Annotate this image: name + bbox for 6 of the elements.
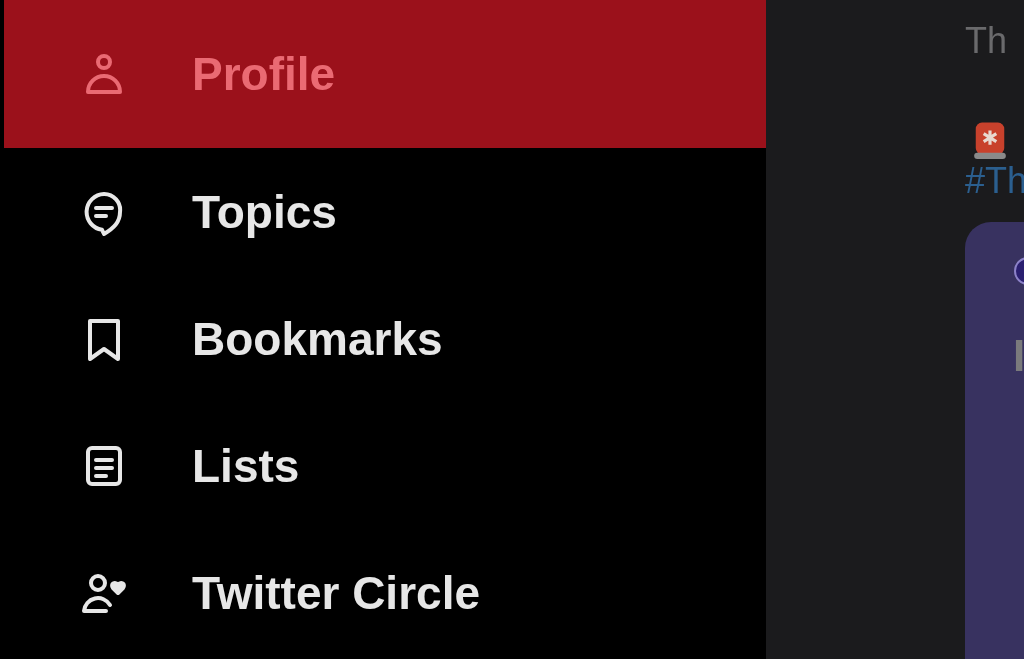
tweet-text: Th: [965, 20, 1007, 62]
menu-item[interactable]: Bookmarks: [4, 275, 766, 402]
menu-item[interactable]: Lists: [4, 402, 766, 529]
card-text: I: [1013, 330, 1024, 382]
menu-item[interactable]: Topics: [4, 148, 766, 275]
menu-item[interactable]: Twitter Circle: [4, 529, 766, 656]
